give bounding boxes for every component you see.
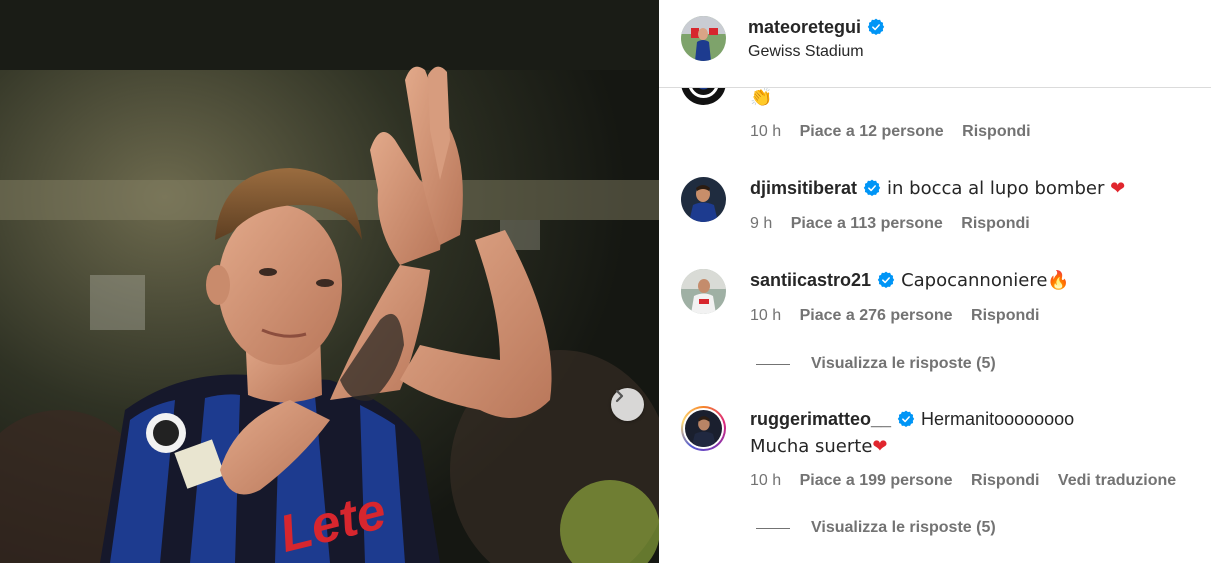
translate-button[interactable]: Vedi traduzione [1058,472,1176,489]
post-header: mateoretegui Gewiss Stadium [659,0,1211,88]
player-photo-illustration: Lete [0,0,659,563]
author-username[interactable]: mateoretegui [748,17,885,38]
verified-badge-icon [897,410,915,428]
commenter-avatar[interactable] [681,177,726,222]
view-replies-label[interactable]: Visualizza le risposte (5) [811,355,996,373]
comment-text: ruggerimatteo__ Hermanitoooooooo Mucha su… [750,406,1074,460]
avatar-image [681,177,726,222]
comment-likes[interactable]: Piace a 276 persone [800,307,953,324]
comment-time[interactable]: 10 h [750,123,781,140]
verified-badge-icon [863,179,881,197]
author-username-text[interactable]: mateoretegui [748,17,861,37]
comment-meta: 10 h Piace a 276 persone Rispondi [750,307,1053,325]
comment-message: in bocca al lupo bomber ❤ [887,178,1126,199]
post-location[interactable]: Gewiss Stadium [748,43,864,61]
comment-meta: 10 h Piace a 199 persone Rispondi Vedi t… [750,472,1190,490]
comment-time[interactable]: 9 h [750,215,772,232]
comment-text: santiicastro21 Capocannoniere🔥 [750,267,1070,294]
comment-message-line2: Mucha suerte❤ [750,436,888,457]
verified-badge-icon [877,271,895,289]
comment-message: 👏 [750,87,773,108]
chevron-right-icon [615,389,624,403]
avatar-image [685,410,722,447]
commenter-username[interactable]: ruggerimatteo__ [750,409,891,429]
avatar-image [681,269,726,314]
reply-button[interactable]: Rispondi [971,472,1039,489]
author-avatar[interactable] [681,16,726,61]
next-photo-button[interactable] [611,388,644,421]
post-photo[interactable]: Lete [0,0,659,563]
view-replies-label[interactable]: Visualizza le risposte (5) [811,519,996,537]
view-replies-button[interactable]: Visualizza le risposte (5) [756,355,996,373]
comment-meta: 9 h Piace a 113 persone Rispondi [750,215,1044,233]
reply-button[interactable]: Rispondi [962,123,1030,140]
comment-likes[interactable]: Piace a 199 persone [800,472,953,489]
reply-button[interactable]: Rispondi [971,307,1039,324]
replies-divider-line [756,527,790,529]
comment-text: 👏 [750,84,772,111]
commenter-avatar-story-ring[interactable] [681,406,726,451]
commenter-username[interactable]: santiicastro21 [750,270,871,290]
comment-text: djimsitiberat in bocca al lupo bomber ❤ [750,175,1125,202]
verified-badge-icon [867,18,885,36]
comments-panel: mateoretegui Gewiss Stadium 👏 10 h Piace… [659,0,1211,563]
replies-divider-line [756,363,790,365]
avatar-image [681,16,726,61]
comment-meta: 10 h Piace a 12 persone Rispondi [750,123,1045,141]
comment-message: Capocannoniere🔥 [901,270,1070,291]
comment-time[interactable]: 10 h [750,472,781,489]
comment-likes[interactable]: Piace a 113 persone [791,215,943,232]
comment-message: Hermanitoooooooo [921,409,1075,429]
comment-likes[interactable]: Piace a 12 persone [800,123,944,140]
commenter-avatar[interactable] [681,269,726,314]
view-replies-button[interactable]: Visualizza le risposte (5) [756,519,996,537]
reply-button[interactable]: Rispondi [961,215,1029,232]
comment-time[interactable]: 10 h [750,307,781,324]
commenter-username[interactable]: djimsitiberat [750,178,857,198]
avatar-ring-gap [683,408,724,449]
